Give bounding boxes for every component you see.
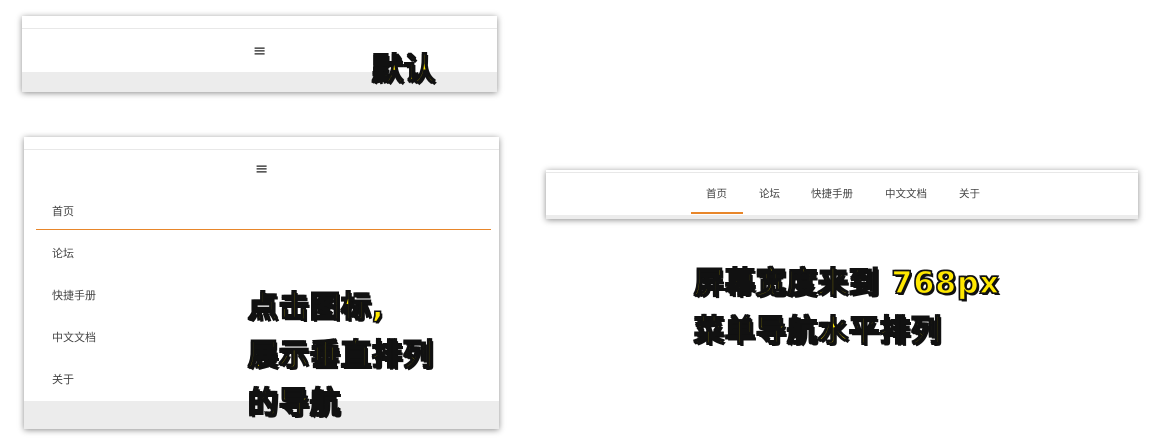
- active-indicator: [36, 229, 491, 230]
- hamburger-menu-icon[interactable]: ≡: [253, 43, 266, 59]
- vertical-caption-line-1: 点击图标,: [247, 289, 385, 325]
- nav-item-quick-manual[interactable]: 快捷手册: [811, 186, 853, 201]
- nav-item-chinese-docs[interactable]: 中文文档: [885, 186, 927, 201]
- nav-item-about[interactable]: 关于: [52, 371, 74, 387]
- default-caption: 默认: [371, 51, 436, 88]
- horizontal-caption-line-2: 菜单导航水平排列: [693, 313, 942, 349]
- vertical-caption-line-2: 展示垂直排列: [247, 337, 434, 373]
- hamburger-menu-icon[interactable]: ≡: [255, 161, 268, 177]
- top-divider: [22, 28, 497, 29]
- horizontal-nav: 首页 论坛 快捷手册 中文文档 关于: [546, 186, 1138, 206]
- nav-item-about[interactable]: 关于: [959, 186, 980, 201]
- vertical-caption-line-3: 的导航: [247, 385, 341, 421]
- nav-item-quick-manual[interactable]: 快捷手册: [52, 287, 96, 303]
- content-area: [546, 215, 1138, 219]
- nav-item-home[interactable]: 首页: [706, 186, 727, 201]
- nav-item-forum[interactable]: 论坛: [759, 186, 780, 201]
- nav-item-chinese-docs[interactable]: 中文文档: [52, 329, 96, 345]
- active-indicator: [691, 212, 743, 214]
- nav-item-home[interactable]: 首页: [52, 203, 74, 219]
- top-divider: [546, 172, 1138, 173]
- top-divider: [24, 149, 499, 150]
- horizontal-caption-line-1: 屏幕宽度来到 768px: [693, 265, 1000, 301]
- horizontal-nav-panel: 首页 论坛 快捷手册 中文文档 关于: [546, 170, 1138, 219]
- nav-item-forum[interactable]: 论坛: [52, 245, 74, 261]
